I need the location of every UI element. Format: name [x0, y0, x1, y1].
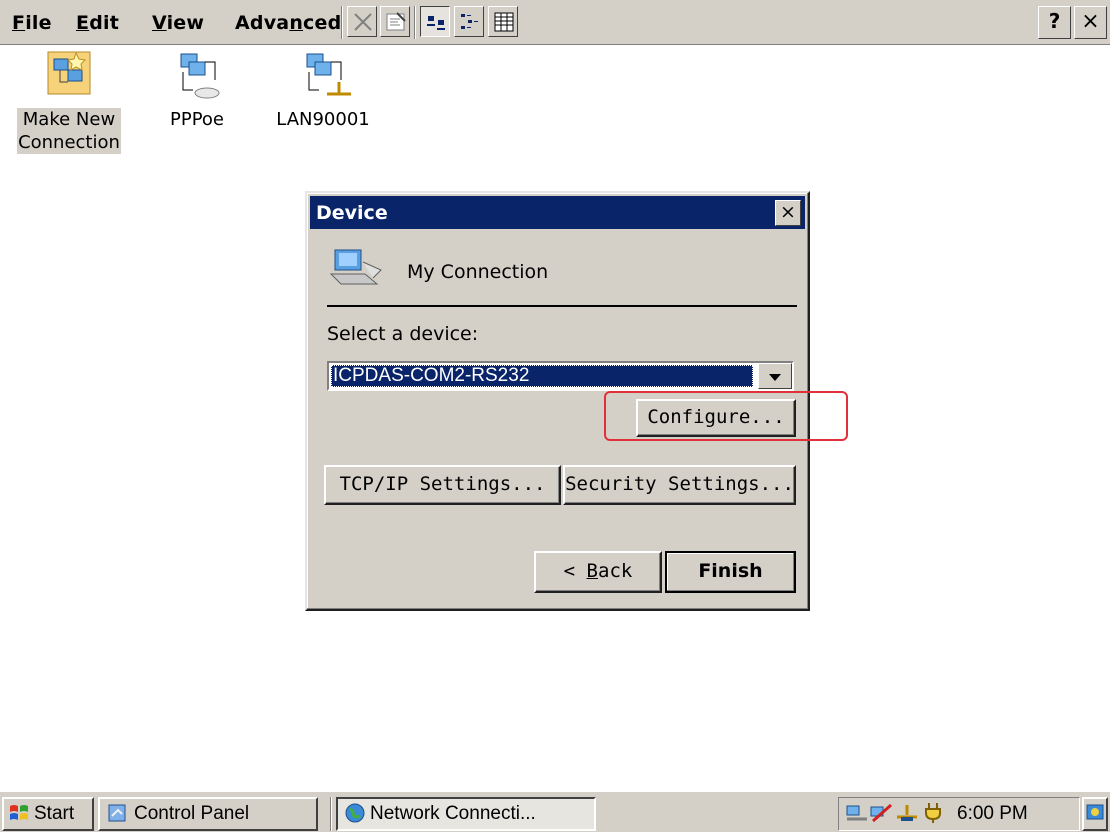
- close-icon: ×: [780, 201, 796, 223]
- menu-advanced[interactable]: Advanced: [235, 12, 341, 34]
- network-connections-label: Network Connecti...: [370, 803, 536, 824]
- desktop-icon-label: PPPoe: [169, 109, 224, 130]
- control-panel-icon: [108, 804, 126, 822]
- delete-icon: [354, 13, 372, 31]
- back-button[interactable]: < Back: [534, 551, 662, 593]
- network-globe-icon: [345, 803, 365, 823]
- dropdown-arrow-button[interactable]: [758, 363, 792, 389]
- desktop-icon-label: LAN90001: [276, 109, 370, 130]
- dialup-connection-icon: [180, 53, 220, 99]
- close-icon: ×: [1081, 9, 1100, 34]
- lan90001-connection-item[interactable]: LAN90001: [268, 50, 378, 131]
- connection-icon: [329, 249, 382, 285]
- dialog-title: Device: [316, 202, 388, 224]
- connection-name: My Connection: [407, 261, 549, 283]
- select-device-label: Select a device:: [327, 323, 479, 345]
- details-view-icon: [494, 12, 514, 32]
- network-status-icon[interactable]: [845, 803, 869, 825]
- taskbar-control-panel[interactable]: Control Panel: [98, 797, 318, 831]
- taskbar: Start Control Panel Network Connecti...: [0, 790, 1110, 832]
- finish-button[interactable]: Finish: [665, 551, 796, 593]
- menu-file[interactable]: File: [12, 12, 52, 34]
- taskbar-network-connections[interactable]: Network Connecti...: [336, 797, 596, 831]
- show-desktop-button[interactable]: [1082, 797, 1108, 831]
- security-settings-button[interactable]: Security Settings...: [563, 465, 796, 505]
- annotation-highlight-box: [604, 391, 848, 441]
- lan-connection-icon: [306, 53, 351, 96]
- power-plug-icon[interactable]: [921, 801, 945, 823]
- device-select-value: ICPDAS-COM2-RS232: [331, 365, 753, 387]
- tcpip-settings-button[interactable]: TCP/IP Settings...: [324, 465, 561, 505]
- toolbar-separator: [414, 6, 416, 39]
- start-label: Start: [34, 803, 75, 824]
- large-icons-view-icon: [427, 16, 445, 30]
- taskbar-separator: [330, 797, 332, 831]
- help-icon: ?: [1048, 9, 1061, 33]
- details-view-button[interactable]: [488, 6, 518, 37]
- close-window-button[interactable]: ×: [1074, 6, 1107, 39]
- desktop-icon-label: Make New Connection: [17, 108, 121, 154]
- divider: [327, 305, 797, 307]
- start-button[interactable]: Start: [2, 797, 94, 831]
- properties-icon: [386, 12, 406, 31]
- toolbar-separator: [341, 6, 343, 39]
- large-icons-view-button[interactable]: [420, 6, 450, 37]
- desktop-icon: [1086, 804, 1104, 820]
- modem-disconnected-icon[interactable]: [869, 803, 893, 825]
- dialog-close-button[interactable]: ×: [775, 200, 801, 226]
- help-button[interactable]: ?: [1038, 6, 1071, 39]
- make-new-connection-icon: [47, 51, 91, 95]
- chevron-down-icon: [769, 374, 781, 381]
- menu-edit[interactable]: Edit: [76, 12, 119, 34]
- menu-view[interactable]: View: [152, 12, 204, 34]
- lan-status-icon[interactable]: [895, 803, 919, 825]
- clock[interactable]: 6:00 PM: [957, 803, 1028, 825]
- menu-bar: File Edit View Advanced ? ×: [0, 0, 1110, 45]
- make-new-connection-item[interactable]: Make New Connection: [10, 50, 128, 154]
- properties-button[interactable]: [380, 6, 410, 37]
- device-select[interactable]: ICPDAS-COM2-RS232: [327, 361, 794, 391]
- dialog-titlebar[interactable]: Device ×: [310, 196, 805, 229]
- small-icons-view-button[interactable]: [454, 6, 484, 37]
- delete-button[interactable]: [347, 6, 377, 37]
- windows-logo-icon: [10, 805, 28, 820]
- system-tray: 6:00 PM: [838, 797, 1080, 831]
- small-icons-view-icon: [461, 14, 478, 29]
- pppoe-connection-item[interactable]: PPPoe: [152, 50, 242, 131]
- control-panel-label: Control Panel: [134, 803, 250, 824]
